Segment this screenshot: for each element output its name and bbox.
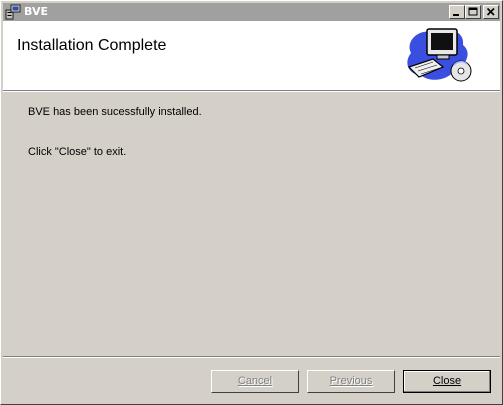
close-instruction: Click "Close" to exit. xyxy=(28,146,127,158)
computer-cd-icon xyxy=(407,28,472,82)
previous-button-label: Previous xyxy=(329,375,373,387)
app-icon xyxy=(5,4,21,20)
maximize-icon xyxy=(468,7,478,16)
installer-window: BVE Installation Complete BVE has been s… xyxy=(0,0,503,405)
header-divider-highlight xyxy=(3,91,500,92)
previous-button[interactable]: Previous xyxy=(307,370,395,393)
window-title: BVE xyxy=(24,5,48,18)
cancel-button-label: Cancel xyxy=(237,375,273,387)
footer-divider-highlight xyxy=(3,357,500,358)
cancel-button[interactable]: Cancel xyxy=(211,370,299,393)
maximize-button[interactable] xyxy=(465,5,481,19)
title-bar[interactable]: BVE xyxy=(3,3,500,21)
close-icon xyxy=(486,7,495,16)
minimize-button[interactable] xyxy=(449,5,465,19)
close-button-label: Close xyxy=(432,375,462,387)
header-banner: Installation Complete xyxy=(3,21,500,90)
minimize-icon xyxy=(453,14,459,16)
install-success-message: BVE has been sucessfully installed. xyxy=(28,106,202,118)
close-button[interactable]: Close xyxy=(403,370,491,393)
close-window-button[interactable] xyxy=(483,5,499,19)
page-title: Installation Complete xyxy=(17,37,167,54)
